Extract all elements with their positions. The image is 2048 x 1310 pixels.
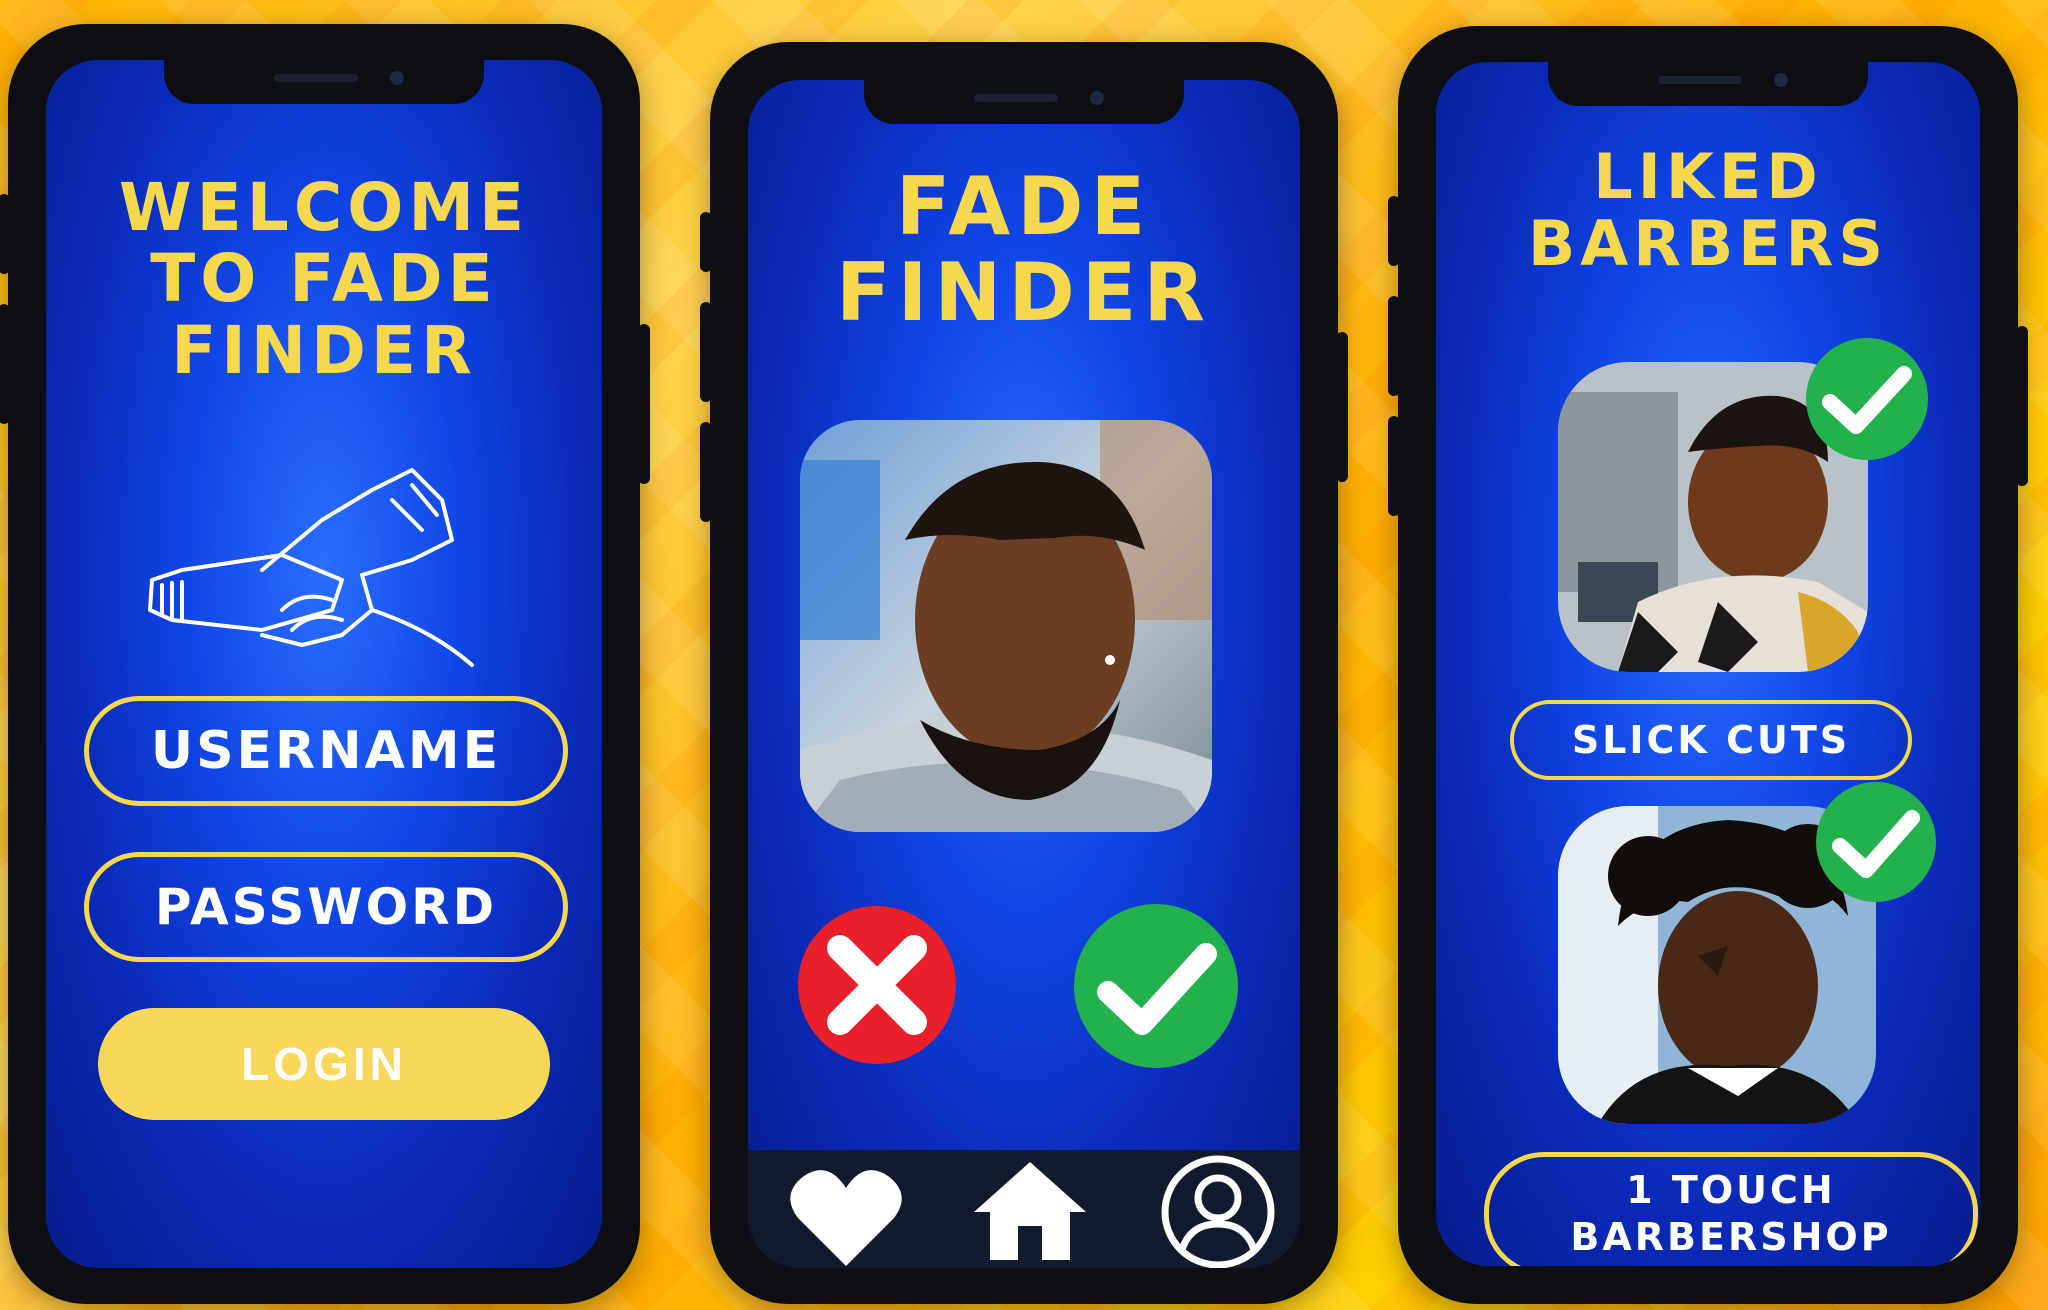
liked-check-badge (1816, 782, 1936, 902)
swipe-screen: FADE FINDER (748, 80, 1300, 1268)
phone-notch (864, 80, 1184, 124)
phone-side-button (1388, 416, 1400, 516)
password-field[interactable]: PASSWORD (84, 852, 568, 962)
barber-name-1-touch[interactable]: 1 TOUCH BARBERSHOP (1484, 1152, 1978, 1266)
liked-barbers-title: LIKED BARBERS (1528, 140, 1888, 280)
reject-button[interactable] (798, 906, 956, 1064)
phone-side-button (0, 304, 10, 424)
liked-barbers-screen: LIKED BARBERS SLICK CUTS 1 TOUCH BARBERS… (1436, 62, 1980, 1266)
phone-login-screen: WELCOME TO FADE FINDER USERNAME PASSWORD… (0, 24, 650, 1304)
phone-side-button (700, 302, 712, 402)
login-screen: WELCOME TO FADE FINDER USERNAME PASSWORD… (46, 60, 602, 1268)
barber-name-slick-cuts[interactable]: SLICK CUTS (1510, 700, 1912, 780)
x-icon (827, 935, 927, 1035)
phone-side-button (1388, 196, 1400, 266)
phone-side-button (0, 194, 10, 274)
check-icon (1832, 810, 1920, 878)
phone-swipe-screen: FADE FINDER (700, 42, 1348, 1304)
heart-icon[interactable] (786, 1162, 906, 1268)
barber-photo-illustration (800, 420, 1212, 832)
login-button[interactable]: LOGIN (98, 1008, 550, 1120)
phone-side-button (1336, 332, 1348, 482)
username-field[interactable]: USERNAME (84, 696, 568, 806)
phone-side-button (700, 422, 712, 522)
check-icon (1822, 366, 1912, 434)
check-icon (1097, 943, 1217, 1035)
phone-notch (1548, 62, 1868, 106)
phone-notch (164, 60, 484, 104)
liked-check-badge (1806, 338, 1928, 460)
clipper-hand-icon (148, 468, 474, 667)
app-title: FADE FINDER (835, 160, 1213, 340)
welcome-title: WELCOME TO FADE FINDER (118, 169, 530, 389)
phone-side-button (1388, 296, 1400, 396)
barber-name-line: 1 TOUCH (1626, 1167, 1836, 1212)
like-button[interactable] (1074, 904, 1238, 1068)
barber-photo-wave-fade[interactable] (800, 420, 1212, 832)
phone-side-button (700, 212, 712, 272)
home-icon[interactable] (970, 1158, 1090, 1262)
user-icon[interactable] (1160, 1154, 1276, 1268)
bottom-nav-bar (748, 1150, 1300, 1268)
barber-name-line: BARBERSHOP (1570, 1215, 1892, 1259)
phone-liked-screen: LIKED BARBERS SLICK CUTS 1 TOUCH BARBERS… (1388, 26, 2028, 1304)
phone-side-button (638, 324, 650, 484)
phone-side-button (2016, 326, 2028, 486)
